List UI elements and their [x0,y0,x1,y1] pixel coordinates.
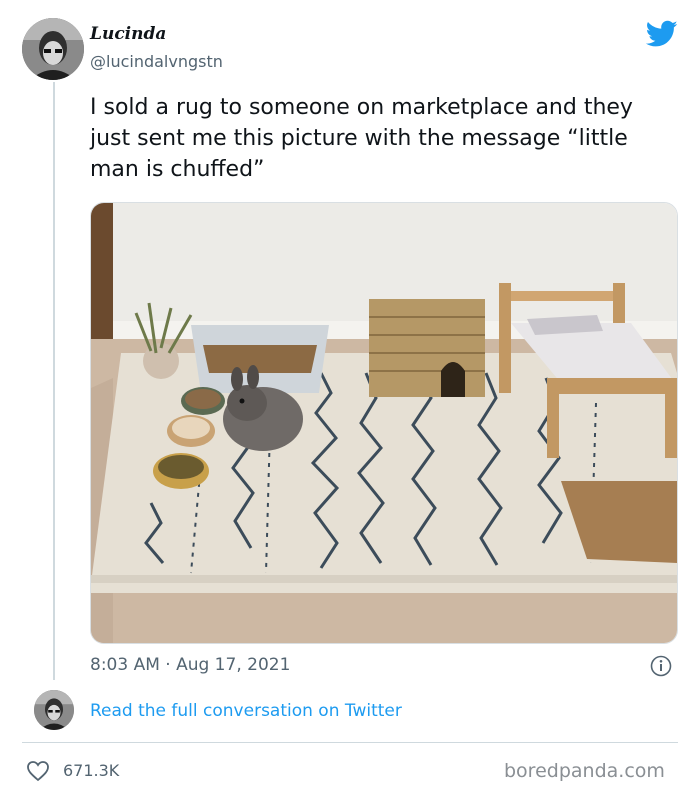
footer-divider [22,742,678,743]
like-count: 671.3K [63,761,120,780]
display-name[interactable]: Lucinda [90,24,166,44]
heart-icon[interactable] [26,760,50,782]
tweet-timestamp[interactable]: 8:03 AM · Aug 17, 2021 [90,655,290,675]
twitter-bird-icon[interactable] [645,20,678,48]
user-avatar[interactable] [22,18,84,80]
reply-avatar[interactable] [34,690,74,730]
read-conversation-link[interactable]: Read the full conversation on Twitter [90,701,402,721]
tweet-text: I sold a rug to someone on marketplace a… [90,95,633,182]
info-icon[interactable] [650,655,672,677]
tweet-photo[interactable] [90,202,678,644]
user-handle[interactable]: @lucindalvngstn [90,52,223,71]
watermark: boredpanda.com [504,760,665,782]
thread-connector-line [53,82,55,680]
